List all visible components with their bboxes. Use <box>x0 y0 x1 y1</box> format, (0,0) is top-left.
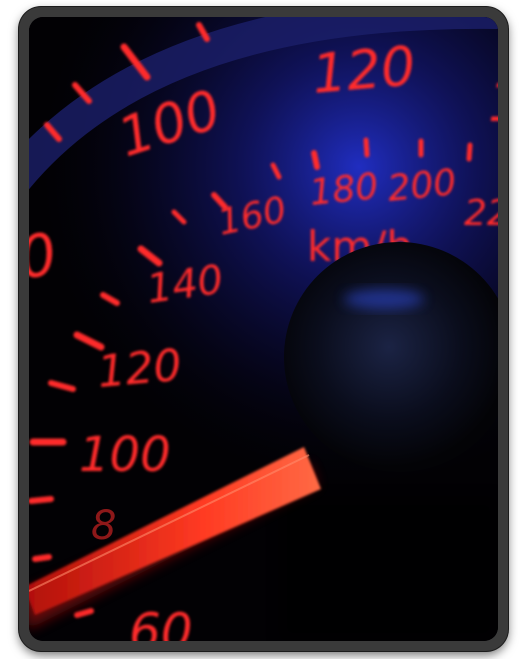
outer-label-180: 180 <box>308 166 381 214</box>
outer-label-200: 200 <box>386 162 459 210</box>
hidden-label-80: 8 <box>91 503 116 549</box>
speedometer-photo: 120 100 160 180 200 22 km/h 1 <box>29 17 498 641</box>
hub-highlight <box>344 289 424 309</box>
inner-label-60: 60 <box>129 603 193 641</box>
outer-label-120: 120 <box>310 34 418 106</box>
inner-label-120: 120 <box>96 340 184 398</box>
speedometer-image: 120 100 160 180 200 22 km/h 1 <box>29 17 498 641</box>
outer-label-edge: 1 <box>488 71 498 134</box>
photo-frame: 120 100 160 180 200 22 km/h 1 <box>19 7 508 651</box>
outer-label-22: 22 <box>464 193 498 234</box>
inner-label-100: 100 <box>79 427 171 483</box>
